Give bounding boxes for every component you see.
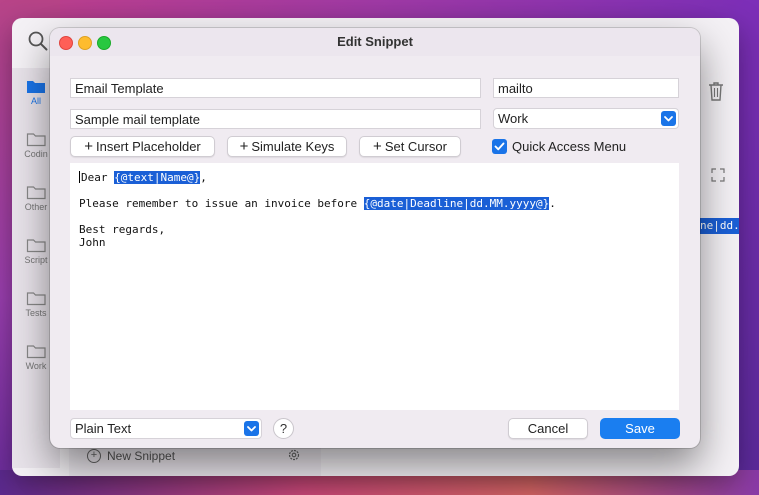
- plus-icon: +: [373, 138, 382, 155]
- folder-icon: [26, 292, 46, 306]
- folder-icon: [26, 239, 46, 253]
- search-icon[interactable]: [27, 30, 49, 52]
- new-snippet-button[interactable]: + New Snippet: [87, 449, 175, 463]
- gear-icon[interactable]: [287, 448, 301, 462]
- chevron-down-icon: [661, 111, 676, 126]
- sidebar-item-label: Codin: [24, 149, 48, 159]
- format-select-value: Plain Text: [75, 421, 132, 436]
- editor-line: Best regards,: [79, 223, 166, 236]
- plus-icon: +: [84, 138, 93, 155]
- sidebar-item-label: Work: [25, 361, 47, 371]
- dialog-title: Edit Snippet: [337, 34, 413, 49]
- sidebar-item-label: Script: [24, 255, 48, 265]
- folder-icon: [26, 133, 46, 147]
- quick-access-checkbox[interactable]: [492, 139, 507, 154]
- expand-icon[interactable]: [711, 168, 725, 182]
- group-select-value: Work: [498, 111, 529, 126]
- plus-icon: +: [239, 138, 249, 155]
- help-button[interactable]: ?: [273, 418, 294, 439]
- sidebar-item-label: All: [30, 96, 41, 106]
- edit-snippet-dialog: Edit Snippet Email Template mailto Sampl…: [50, 28, 700, 448]
- format-select[interactable]: Plain Text: [70, 418, 262, 439]
- set-cursor-button[interactable]: + Set Cursor: [359, 136, 461, 157]
- simulate-keys-label: Simulate Keys: [251, 139, 335, 154]
- new-snippet-label: New Snippet: [107, 449, 176, 463]
- group-select[interactable]: Work: [493, 108, 679, 129]
- folder-icon: [26, 186, 46, 200]
- description-field[interactable]: Sample mail template: [70, 109, 481, 129]
- snippet-name-field[interactable]: Email Template: [70, 78, 481, 98]
- cancel-button[interactable]: Cancel: [508, 418, 588, 439]
- placeholder-fragment: ne|dd.: [698, 218, 739, 234]
- sidebar-item-label: Other: [24, 202, 48, 212]
- editor-text: .: [549, 197, 556, 210]
- editor-line: Dear {@text|Name@},: [79, 171, 207, 185]
- minimize-window-button[interactable]: [78, 36, 92, 50]
- plus-circle-icon: +: [87, 449, 101, 463]
- zoom-window-button[interactable]: [97, 36, 111, 50]
- snippet-editor[interactable]: Dear {@text|Name@}, Please remember to i…: [70, 163, 679, 410]
- close-window-button[interactable]: [59, 36, 73, 50]
- editor-text: Dear: [81, 171, 115, 184]
- placeholder-token[interactable]: {@text|Name@}: [114, 171, 201, 184]
- simulate-keys-button[interactable]: + Simulate Keys: [227, 136, 347, 157]
- chevron-down-icon: [244, 421, 259, 436]
- trash-icon[interactable]: [706, 80, 726, 102]
- save-button[interactable]: Save: [600, 418, 680, 439]
- editor-text: ,: [200, 171, 207, 184]
- quick-access-label[interactable]: Quick Access Menu: [512, 139, 626, 154]
- sidebar-item-label: Tests: [25, 308, 47, 318]
- set-cursor-label: Set Cursor: [384, 139, 447, 154]
- editor-line: John: [79, 236, 106, 249]
- placeholder-token[interactable]: {@date|Deadline|dd.MM.yyyy@}: [363, 197, 550, 210]
- folder-icon: [26, 345, 46, 359]
- insert-placeholder-button[interactable]: + Insert Placeholder: [70, 136, 215, 157]
- editor-text: Please remember to issue an invoice befo…: [79, 197, 364, 210]
- folder-icon: [27, 81, 45, 93]
- insert-placeholder-label: Insert Placeholder: [95, 139, 201, 154]
- abbreviation-field[interactable]: mailto: [493, 78, 679, 98]
- text-cursor: [79, 171, 80, 183]
- editor-line: Please remember to issue an invoice befo…: [79, 197, 556, 211]
